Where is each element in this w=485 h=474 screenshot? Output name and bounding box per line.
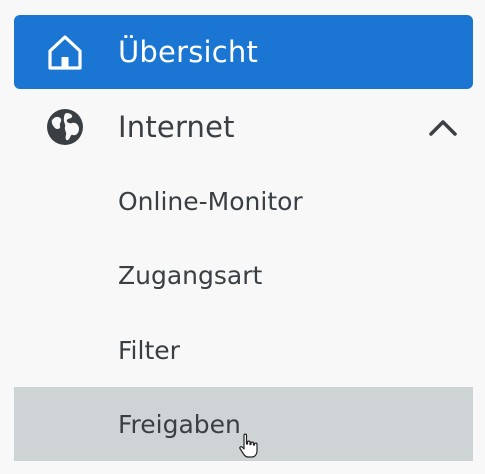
hand-cursor-icon [238,433,260,459]
globe-icon [44,106,86,148]
chevron-up-icon[interactable] [427,111,459,143]
nav-subitem-zugangsart[interactable]: Zugangsart [14,238,473,312]
home-icon [44,31,86,73]
nav-subitem-filter[interactable]: Filter [14,313,473,387]
nav-item-internet-label: Internet [118,110,235,144]
nav-subitem-label: Online-Monitor [118,186,303,216]
nav-item-internet[interactable]: Internet [14,90,473,164]
nav-subitem-label: Filter [118,335,180,365]
nav-item-overview-label: Übersicht [118,35,259,69]
nav-subitem-online-monitor[interactable]: Online-Monitor [14,164,473,238]
nav-item-overview[interactable]: Übersicht [14,15,473,89]
nav-subitem-label: Zugangsart [118,260,263,290]
sidebar-nav: Übersicht Internet Online-Monitor Zugang… [0,0,485,474]
nav-subitem-label: Freigaben [118,409,241,439]
